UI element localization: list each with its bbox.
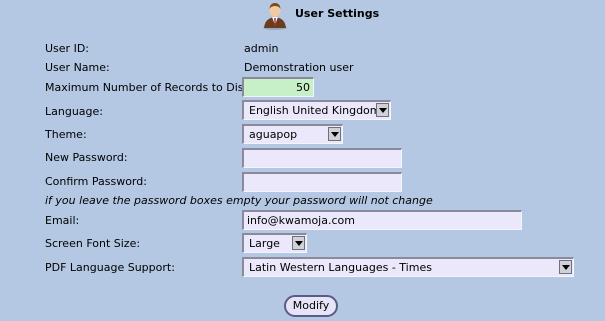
- chevron-down-icon[interactable]: [559, 260, 572, 274]
- user-id-label: User ID:: [45, 42, 89, 55]
- chevron-down-icon[interactable]: [376, 103, 389, 117]
- page-header: User Settings: [0, 0, 605, 32]
- page-title: User Settings: [295, 7, 380, 20]
- chevron-down-icon[interactable]: [292, 236, 305, 250]
- new-password-input[interactable]: [242, 148, 402, 168]
- pdf-language-select[interactable]: Latin Western Languages - Times: [242, 257, 574, 277]
- language-select-value: English United Kingdom: [249, 104, 381, 117]
- theme-label: Theme:: [45, 128, 87, 141]
- language-label: Language:: [45, 105, 103, 118]
- user-name-label: User Name:: [45, 61, 110, 74]
- new-password-label: New Password:: [45, 151, 128, 164]
- user-id-value: admin: [244, 42, 279, 55]
- chevron-down-icon[interactable]: [328, 127, 341, 141]
- confirm-password-input[interactable]: [242, 172, 402, 192]
- password-note: if you leave the password boxes empty yo…: [45, 194, 433, 207]
- email-label: Email:: [45, 214, 80, 227]
- confirm-password-label: Confirm Password:: [45, 175, 147, 188]
- font-size-select[interactable]: Large: [242, 233, 307, 253]
- language-select[interactable]: English United Kingdom: [242, 100, 391, 120]
- user-icon: [263, 3, 287, 30]
- theme-select[interactable]: aguapop: [242, 124, 343, 144]
- user-name-value: Demonstration user: [244, 61, 354, 74]
- pdf-language-select-value: Latin Western Languages - Times: [249, 261, 432, 274]
- pdf-language-label: PDF Language Support:: [45, 261, 175, 274]
- max-records-input[interactable]: [242, 77, 314, 97]
- modify-button[interactable]: Modify: [284, 295, 338, 317]
- email-input[interactable]: [242, 210, 522, 230]
- font-size-label: Screen Font Size:: [45, 237, 141, 250]
- theme-select-value: aguapop: [249, 128, 298, 141]
- max-records-label: Maximum Number of Records to Display:: [45, 81, 270, 94]
- font-size-select-value: Large: [249, 237, 280, 250]
